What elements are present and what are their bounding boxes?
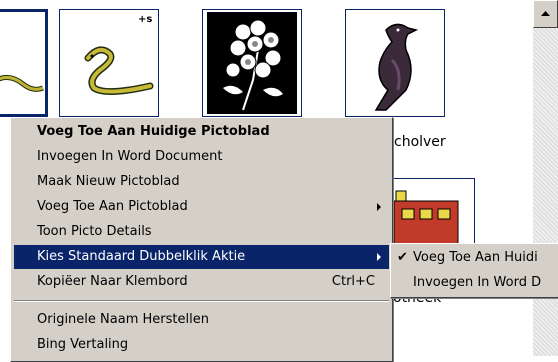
berries-icon [207, 12, 297, 114]
menu-item-default-double-click[interactable]: Kies Standaard Dubbelklik Aktie [14, 245, 389, 269]
submenu-item-insert-word[interactable]: Invoegen In Word D [394, 271, 558, 295]
berries-tile[interactable] [202, 9, 302, 117]
submenu-arrow-icon [377, 253, 381, 261]
menu-item-label: Originele Naam Herstellen [37, 312, 209, 327]
cormorant-caption: cholver [394, 134, 446, 150]
menu-separator [14, 300, 389, 302]
context-menu: Voeg Toe Aan Huidige Pictoblad Invoegen … [10, 117, 393, 362]
submenu-double-click-action: ✔ Voeg Toe Aan Huidi Invoegen In Word D [390, 243, 558, 298]
checkmark-icon: ✔ [397, 250, 408, 265]
eel-icon [84, 46, 154, 95]
menu-item-label: Kopiëer Naar Klembord [37, 274, 188, 289]
submenu-arrow-icon [377, 203, 381, 211]
submenu-item-label: Invoegen In Word D [413, 275, 542, 290]
submenu-item-add-to-current[interactable]: ✔ Voeg Toe Aan Huidi [394, 246, 558, 270]
eel-small-tile[interactable] [0, 9, 48, 117]
cormorant-tile[interactable] [345, 9, 445, 117]
menu-item-label: Voeg Toe Aan Huidige Pictoblad [37, 124, 270, 139]
plural-badge: +s [138, 14, 153, 25]
classroom-icon [394, 190, 459, 247]
menu-item-label: Toon Picto Details [37, 224, 152, 239]
arrow-up-icon [541, 11, 550, 16]
menu-item-label: Bing Vertaling [37, 337, 129, 352]
menu-item-show-details[interactable]: Toon Picto Details [14, 220, 389, 244]
cormorant-icon [374, 23, 419, 111]
menu-item-insert-word-document[interactable]: Invoegen In Word Document [14, 145, 389, 169]
eel-tile[interactable]: +s [59, 9, 159, 117]
menu-item-label: Voeg Toe Aan Pictoblad [37, 199, 188, 214]
menu-item-bing-translate[interactable]: Bing Vertaling [14, 333, 389, 357]
menu-item-copy-clipboard[interactable]: Kopiëer Naar Klembord Ctrl+C [14, 270, 389, 294]
menu-item-new-sheet[interactable]: Maak Nieuw Pictoblad [14, 170, 389, 194]
submenu-item-label: Voeg Toe Aan Huidi [413, 250, 538, 265]
menu-item-shortcut: Ctrl+C [331, 274, 375, 289]
menu-item-label: Invoegen In Word Document [37, 149, 223, 164]
menu-item-add-to-current-sheet[interactable]: Voeg Toe Aan Huidige Pictoblad [14, 120, 389, 144]
menu-item-restore-name[interactable]: Originele Naam Herstellen [14, 308, 389, 332]
classroom-tile[interactable] [394, 178, 475, 248]
menu-item-label: Kies Standaard Dubbelklik Aktie [37, 249, 246, 264]
vertical-scrollbar[interactable] [533, 0, 558, 356]
menu-item-label: Maak Nieuw Pictoblad [37, 174, 180, 189]
scroll-up-button[interactable] [533, 0, 558, 28]
menu-item-add-to-sheet[interactable]: Voeg Toe Aan Pictoblad [14, 195, 389, 219]
eel-icon [0, 75, 44, 92]
